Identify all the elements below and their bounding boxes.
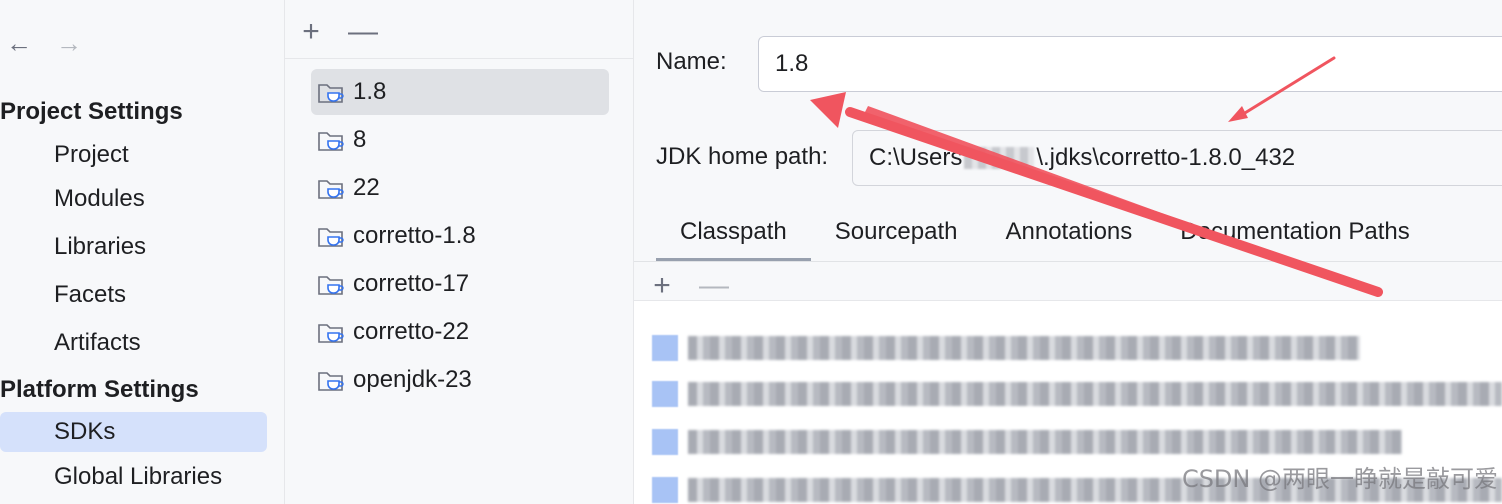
tab-documentation-paths[interactable]: Documentation Paths <box>1156 210 1433 262</box>
project-settings-heading: Project Settings <box>0 98 183 125</box>
sidebar-item-label: SDKs <box>54 418 116 445</box>
sdk-tabs: Classpath Sourcepath Annotations Documen… <box>656 210 1434 262</box>
sidebar-item-project[interactable]: Project <box>0 135 267 175</box>
sdk-name-value: 1.8 <box>775 50 809 77</box>
classpath-entry[interactable] <box>652 422 1402 462</box>
sdk-item-label: corretto-17 <box>353 270 470 297</box>
platform-settings-heading: Platform Settings <box>0 376 199 403</box>
jar-icon <box>652 429 678 455</box>
arrow-left-icon[interactable]: ← <box>6 30 32 56</box>
jdk-folder-icon <box>318 132 344 151</box>
divider <box>634 261 1502 262</box>
jar-icon <box>652 381 678 407</box>
classpath-toolbar: + — <box>648 271 729 301</box>
jar-icon <box>652 477 678 503</box>
jdk-folder-icon <box>318 84 344 103</box>
sidebar-item-label: Project <box>54 141 129 168</box>
sdk-item-corretto-1-8[interactable]: corretto-1.8 <box>311 213 609 259</box>
plus-icon[interactable]: + <box>648 271 676 301</box>
jdk-home-label: JDK home path: <box>656 143 829 170</box>
tab-classpath[interactable]: Classpath <box>656 210 811 262</box>
minus-icon[interactable]: — <box>348 17 378 47</box>
sdk-detail-panel: Name: 1.8 JDK home path: C:\Users \.jdks\… <box>634 0 1502 504</box>
minus-icon[interactable]: — <box>699 271 729 301</box>
sdk-item-label: 22 <box>353 174 380 201</box>
sidebar-item-global-libraries[interactable]: Global Libraries <box>0 457 267 497</box>
history-nav: ← → <box>6 30 82 56</box>
tab-annotations[interactable]: Annotations <box>982 210 1157 262</box>
jdk-home-prefix: C:\Users <box>869 144 963 171</box>
arrow-right-icon[interactable]: → <box>56 30 82 56</box>
redacted-path <box>688 336 1360 360</box>
watermark: CSDN @两眼一睁就是敲可爱 <box>1181 465 1498 493</box>
sdk-item-corretto-17[interactable]: corretto-17 <box>311 261 609 307</box>
sdk-name-field[interactable]: 1.8 <box>758 36 1502 92</box>
jdk-folder-icon <box>318 276 344 295</box>
sidebar-item-libraries[interactable]: Libraries <box>0 227 267 267</box>
name-label: Name: <box>656 48 727 75</box>
sdk-toolbar: + — <box>297 17 378 47</box>
classpath-entry[interactable] <box>652 328 1360 368</box>
sdk-item-1-8[interactable]: 1.8 <box>311 69 609 115</box>
redacted-username <box>964 147 1035 169</box>
sidebar-item-label: Libraries <box>54 233 147 260</box>
sidebar-item-label: Artifacts <box>54 329 141 356</box>
sidebar-item-facets[interactable]: Facets <box>0 275 267 315</box>
divider <box>285 58 635 59</box>
plus-icon[interactable]: + <box>297 17 325 47</box>
jdk-home-suffix: \.jdks\corretto-1.8.0_432 <box>1036 144 1296 171</box>
jdk-folder-icon <box>318 180 344 199</box>
jdk-folder-icon <box>318 228 344 247</box>
sdk-item-label: corretto-1.8 <box>353 222 476 249</box>
jdk-home-path-field[interactable]: C:\Users \.jdks\corretto-1.8.0_432 <box>852 130 1502 186</box>
sidebar-item-modules[interactable]: Modules <box>0 179 267 219</box>
redacted-path <box>688 430 1402 454</box>
sdk-item-22[interactable]: 22 <box>311 165 609 211</box>
sidebar-item-artifacts[interactable]: Artifacts <box>0 323 267 363</box>
jdk-folder-icon <box>318 324 344 343</box>
sidebar-item-label: Modules <box>54 185 145 212</box>
sidebar-item-sdks[interactable]: SDKs <box>0 412 267 452</box>
sidebar-item-label: Global Libraries <box>54 463 223 490</box>
classpath-entry[interactable] <box>652 374 1502 414</box>
redacted-path <box>688 382 1502 406</box>
sdk-item-label: 8 <box>353 126 367 153</box>
sdk-item-label: corretto-22 <box>353 318 470 345</box>
sdk-item-8[interactable]: 8 <box>311 117 609 163</box>
sdk-item-openjdk-23[interactable]: openjdk-23 <box>311 357 609 403</box>
settings-sidebar: ← → Project Settings Project Modules Lib… <box>0 0 284 504</box>
sdk-item-label: 1.8 <box>353 78 387 105</box>
sidebar-item-label: Facets <box>54 281 127 308</box>
sdk-item-label: openjdk-23 <box>353 366 472 393</box>
sdk-list-panel: + — 1.8 8 22 corretto-1.8 corretto-17 co… <box>284 0 635 504</box>
tab-sourcepath[interactable]: Sourcepath <box>811 210 982 262</box>
sdk-item-corretto-22[interactable]: corretto-22 <box>311 309 609 355</box>
jar-icon <box>652 335 678 361</box>
jdk-folder-icon <box>318 372 344 391</box>
